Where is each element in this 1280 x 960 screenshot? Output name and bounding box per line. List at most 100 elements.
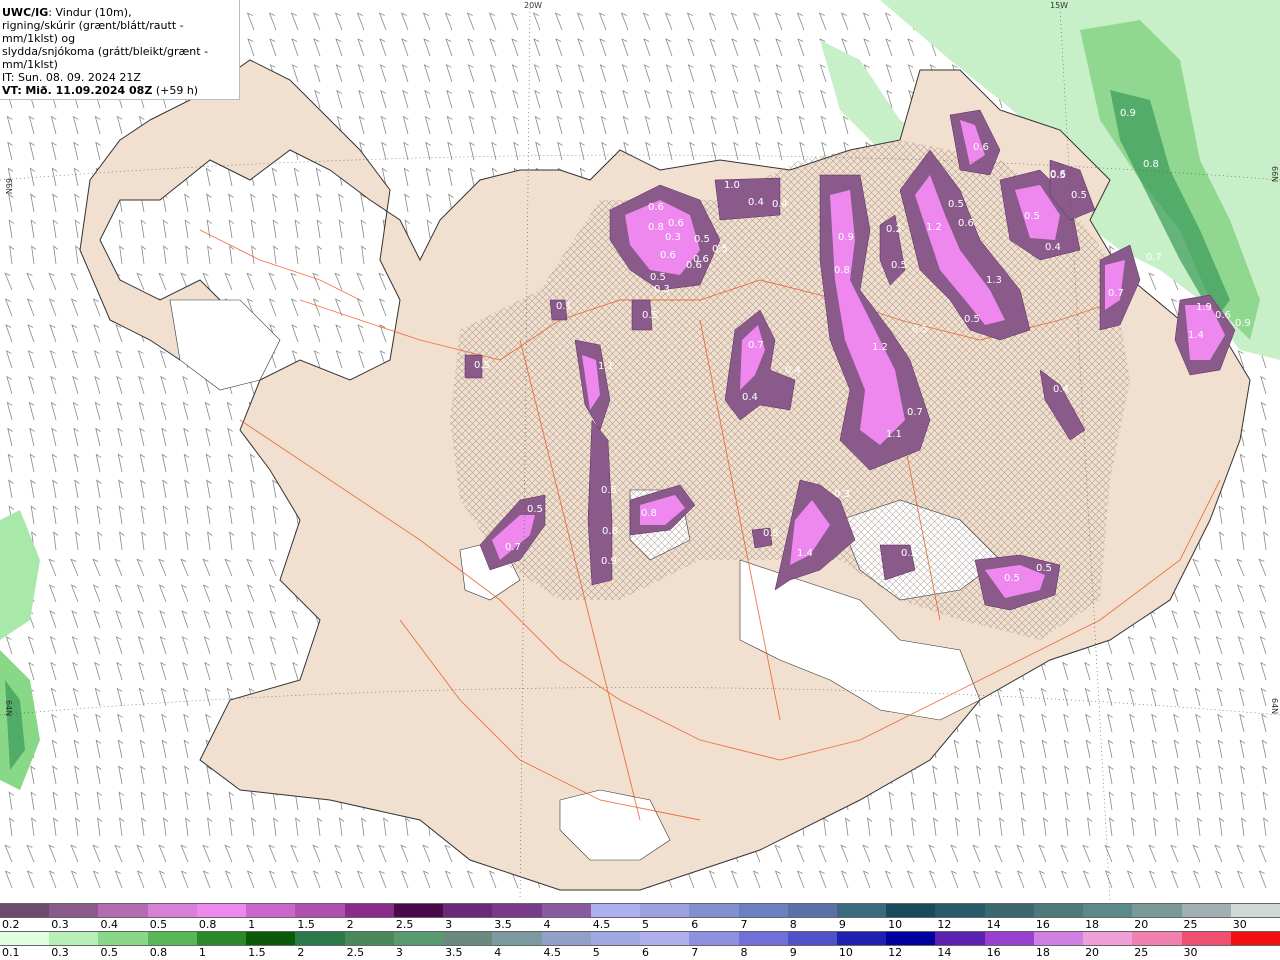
legend-swatch: [147, 932, 197, 945]
precip-value-label: 0.5: [891, 260, 907, 271]
legend-label: 1.5: [297, 918, 315, 931]
map-info-box: UWC/IG: Vindur (10m), rigning/skúrir (gr…: [0, 0, 240, 100]
legend-swatch: [393, 932, 444, 945]
rain-colorbar: [0, 931, 1280, 946]
precip-value-label: 0.4: [1053, 384, 1069, 395]
legend-swatch: [1181, 932, 1231, 945]
legend-label: 6: [642, 946, 649, 959]
legend-label: 16: [986, 946, 1001, 959]
precip-value-label: 0.6: [660, 250, 676, 261]
rain-legend: 0.1 0.3 0.5 0.8 1 1.5 2 2.5 3 3.5 4 4.5 5 6 7 8 9 10 12 14 1…: [0, 931, 1280, 960]
legend-label: 14: [986, 918, 1001, 931]
precip-value-label: 0.7: [907, 407, 923, 418]
legend-label: 8: [740, 946, 748, 959]
legend-label: 10: [838, 946, 853, 959]
legend-label: 25: [1183, 918, 1198, 931]
legend-swatch: [1132, 904, 1182, 917]
precip-value-label: 0.5: [1024, 211, 1040, 222]
legend-swatch: [787, 932, 837, 945]
legend-swatch: [492, 904, 542, 917]
legend-label: 10: [888, 918, 903, 931]
product-name: UWC/IG: [2, 6, 49, 19]
precip-value-label: 0.5: [1004, 573, 1020, 584]
legend-label: 5: [592, 946, 600, 959]
legend-swatch: [1230, 932, 1280, 945]
legend-swatch: [443, 932, 493, 945]
legend-swatch: [344, 932, 394, 945]
legend-swatch: [836, 904, 887, 917]
valid-time-label: VT:: [2, 84, 22, 97]
legend-label: 0.5: [100, 946, 118, 959]
rain-legend-labels: 0.1 0.3 0.5 0.8 1 1.5 2 2.5 3 3.5 4 4.5 5 6 7 8 9 10 12 14 1…: [0, 946, 1280, 960]
header-line3: slydda/snjókoma (grátt/bleikt/grænt - mm…: [2, 45, 209, 71]
precip-value-label: 0.7: [748, 340, 764, 351]
precip-value-label: 0.4: [772, 199, 788, 210]
legend-swatch: [49, 904, 99, 917]
legend-label: 1: [198, 946, 206, 959]
precip-value-label: 0.4: [748, 197, 764, 208]
precip-value-label: 0.3: [834, 489, 850, 500]
precip-value-label: 0.6: [1215, 310, 1231, 321]
precip-value-label: 0.5: [527, 504, 543, 515]
precip-value-label: 0.5: [1036, 563, 1052, 574]
precip-value-label: 0.8: [648, 222, 664, 233]
precip-value-label: 0.6: [973, 142, 989, 153]
precip-value-label: 0.6: [668, 218, 684, 229]
precip-value-label: 0.2: [886, 224, 902, 235]
legend-swatch: [541, 932, 591, 945]
legend-swatch: [98, 904, 148, 917]
lon-label-15w: 15W: [1050, 1, 1068, 10]
precip-value-label: 0.5: [1071, 190, 1087, 201]
legend-label: 3: [445, 918, 453, 931]
legend-swatch: [492, 932, 542, 945]
precip-value-label: 1.3: [986, 275, 1002, 286]
legend-swatch: [49, 932, 99, 945]
legend-label: 0.3: [51, 946, 69, 959]
lat-label-66n-left: 66N: [4, 178, 13, 194]
precip-value-label: 0.5: [964, 314, 980, 325]
legend-label: 2.5: [346, 946, 365, 959]
legend-swatch: [1033, 904, 1084, 917]
legend-label: 20: [1085, 946, 1100, 959]
precip-value-label: 0.3: [654, 284, 670, 295]
legend-label: 25: [1134, 946, 1149, 959]
snow-legend: 0.2 0.3 0.4 0.5 0.8 1 1.5 2 2.5 3 3.5 4 4.5 5 6 7 8 9 10 12…: [0, 903, 1280, 932]
legend-label: 8: [789, 918, 797, 931]
legend-swatch: [640, 904, 690, 917]
legend-swatch: [196, 904, 247, 917]
legend-label: 18: [1085, 918, 1100, 931]
legend-swatch: [689, 932, 739, 945]
legend-label: 7: [691, 946, 699, 959]
legend-swatch: [935, 932, 985, 945]
precip-value-label: 0.9: [838, 232, 854, 243]
precip-value-label: 0.5: [948, 199, 964, 210]
precip-value-label: 0.5: [650, 272, 666, 283]
legend-label: 1: [248, 918, 256, 931]
header-line1: : Vindur (10m),: [48, 6, 132, 19]
lat-label-64n-left: 64N: [4, 700, 13, 716]
legend-swatch: [1181, 904, 1231, 917]
legend-swatch: [1083, 932, 1133, 945]
precip-value-label: 0.4: [1045, 242, 1061, 253]
valid-time: Mið. 11.09.2024 08Z: [25, 84, 153, 97]
legend-label: 6: [691, 918, 699, 931]
precip-value-label: 0.8: [1143, 159, 1159, 170]
legend-label: 16: [1035, 918, 1050, 931]
legend-label: 2.5: [395, 918, 414, 931]
lead-time: (+59 h): [155, 84, 199, 97]
precip-value-label: 0.5: [712, 244, 728, 255]
legend-swatch: [0, 904, 50, 917]
precip-value-label: 0.6: [958, 218, 974, 229]
legend-label: 4: [543, 918, 551, 931]
legend-swatch: [98, 932, 148, 945]
precip-value-label: 0.8: [834, 265, 850, 276]
precip-value-label: 0.7: [505, 542, 521, 553]
legend-label: 3.5: [445, 946, 463, 959]
precip-value-label: 0.7: [1108, 288, 1124, 299]
precip-value-label: 1.0: [724, 180, 740, 191]
legend-swatch: [147, 904, 197, 917]
header-line2: rigning/skúrir (grænt/blátt/rautt - mm/1…: [2, 19, 184, 45]
precip-value-label: 1.2: [926, 222, 942, 233]
precip-value-label: 0.9: [1235, 318, 1251, 329]
legend-label: 0.8: [198, 918, 217, 931]
